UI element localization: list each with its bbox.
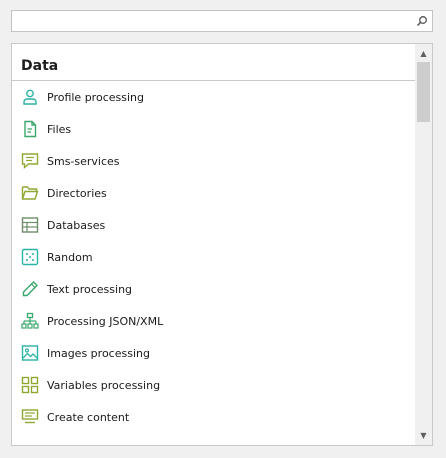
scroll-up-icon[interactable]: ▲ [419,49,428,58]
actions-panel: Data Profile processing Files Sms-servic… [11,43,433,446]
pencil-icon [22,281,38,297]
user-icon [23,89,37,105]
scroll-down-icon[interactable]: ▼ [419,431,428,440]
item-label: Images processing [47,347,150,360]
item-label: Directories [47,187,107,200]
item-label: Random [47,251,93,264]
vertical-scrollbar[interactable]: ▲ ▼ [415,44,432,445]
list-item-text-processing[interactable]: Text processing [12,273,415,305]
item-label: Processing JSON/XML [47,315,164,328]
list-item-files[interactable]: Files [12,113,415,145]
search-box[interactable] [11,10,433,32]
folder-icon [21,186,39,200]
actions-list: Profile processing Files Sms-services Di… [12,81,415,433]
list-item-create-content[interactable]: Create content [12,401,415,433]
list-item-directories[interactable]: Directories [12,177,415,209]
file-icon [24,120,37,138]
list-item-databases[interactable]: Databases [12,209,415,241]
create-content-icon [21,409,39,424]
grid-icon [21,376,39,394]
list-item-profile-processing[interactable]: Profile processing [12,81,415,113]
dice-icon [21,248,39,266]
search-icon[interactable] [416,15,428,27]
item-label: Text processing [47,283,133,296]
list-item-sms-services[interactable]: Sms-services [12,145,415,177]
image-icon [21,345,39,361]
tree-icon [21,312,39,329]
list-item-variables-processing[interactable]: Variables processing [12,369,415,401]
search-input[interactable] [16,13,412,29]
scroll-thumb[interactable] [417,62,430,122]
list-item-random[interactable]: Random [12,241,415,273]
item-label: Variables processing [47,379,161,392]
list-item-images-processing[interactable]: Images processing [12,337,415,369]
list-item-processing-json-xml[interactable]: Processing JSON/XML [12,305,415,337]
group-header[interactable]: Data [12,44,415,81]
database-icon [21,217,39,233]
item-label: Databases [47,219,106,232]
item-label: Profile processing [47,91,144,104]
item-label: Files [47,123,72,136]
item-label: Create content [47,411,130,424]
group-title: Data [21,58,59,74]
message-icon [21,153,39,170]
item-label: Sms-services [47,155,120,168]
